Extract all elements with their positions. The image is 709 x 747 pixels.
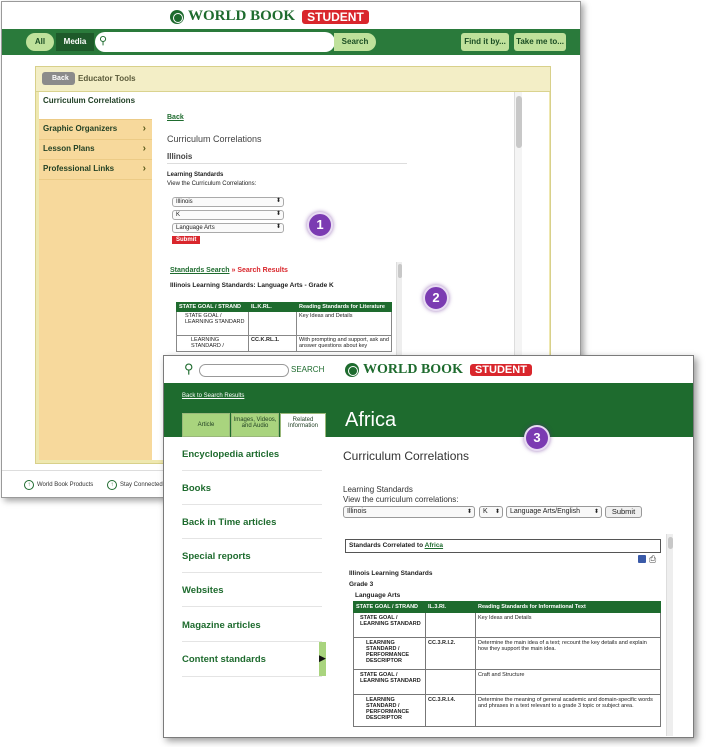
nav-special-reports[interactable]: Special reports	[182, 551, 251, 562]
table-row: LEARNING STANDARD / CC.K.RL.1. With prom…	[176, 335, 392, 352]
results-scrollbar[interactable]	[666, 534, 673, 736]
divider	[182, 606, 322, 607]
search-button[interactable]: Search	[334, 33, 376, 51]
educator-sidebar: Curriculum Correlations Graphic Organize…	[39, 92, 152, 460]
table-header-row: STATE GOAL / STRAND IL.K.RL. Reading Sta…	[176, 302, 392, 312]
standards-title: Illinois Learning Standards	[349, 570, 433, 577]
standards-search-link[interactable]: Standards Search	[170, 267, 230, 274]
results-table: STATE GOAL / STRAND IL.K.RL. Reading Sta…	[176, 302, 392, 352]
caret-right-icon: ▶	[319, 653, 326, 663]
related-info-nav: Encyclopedia articles Books Back in Time…	[164, 437, 327, 737]
panel-header: Back Educator Tools	[36, 67, 550, 92]
scroll-thumb[interactable]	[668, 537, 673, 549]
state-subheading: Illinois	[167, 152, 193, 161]
word-document-icon[interactable]	[638, 555, 646, 563]
subject-select[interactable]: Language Arts/English	[506, 506, 602, 518]
article-window: ⚲ SEARCH WORLD BOOK STUDENT Back to Sear…	[163, 355, 694, 738]
search-icon: ⚲	[184, 361, 194, 376]
nav-magazine-articles[interactable]: Magazine articles	[182, 620, 261, 631]
africa-link[interactable]: Africa	[425, 542, 443, 549]
find-it-by-button[interactable]: Find it by...	[461, 33, 509, 51]
all-button[interactable]: All	[26, 33, 54, 51]
nav-back-in-time-articles[interactable]: Back in Time articles	[182, 517, 276, 528]
back-link[interactable]: Back	[167, 114, 184, 121]
tab-article[interactable]: Article	[182, 413, 230, 437]
view-label: View the Curriculum Correlations:	[167, 181, 257, 187]
nav-content-standards-active[interactable]: Content standards ▶	[164, 642, 326, 676]
sidebar-item-professional-links[interactable]: Professional Links ›	[39, 160, 152, 180]
result-title: Illinois Learning Standards: Language Ar…	[170, 282, 334, 289]
sidebar-item-curriculum-correlations[interactable]: Curriculum Correlations	[39, 92, 152, 120]
arrow-up-icon: ↑	[24, 480, 34, 490]
page-heading: Curriculum Correlations	[167, 134, 262, 144]
nav-content-standards[interactable]: Content standards	[182, 654, 266, 665]
back-button[interactable]: Back	[42, 72, 75, 85]
learning-standards-label: Learning Standards	[167, 172, 224, 178]
sidebar-item-graphic-organizers[interactable]: Graphic Organizers ›	[39, 120, 152, 140]
globe-icon	[345, 363, 359, 377]
correlations-table: STATE GOAL / STRAND IL.3.RI. Reading Sta…	[353, 601, 661, 727]
grade-select[interactable]: K	[479, 506, 503, 518]
tab-related-information[interactable]: Related Information	[280, 413, 326, 437]
nav-websites[interactable]: Websites	[182, 585, 224, 596]
standards-correlated-box: Standards Correlated to Africa	[345, 539, 661, 553]
world-book-products-link[interactable]: ↑ World Book Products	[24, 480, 93, 490]
tab-images-videos-audio[interactable]: Images, Videos, and Audio	[231, 413, 279, 437]
callout-badge-3: 3	[524, 425, 550, 451]
search-icon: ⚲	[99, 35, 108, 47]
globe-icon	[170, 9, 184, 24]
top-navigation-bar: All Media ⚲ Search Find it by... Take me…	[2, 29, 580, 55]
world-book-logo[interactable]: WORLD BOOK STUDENT	[345, 362, 532, 378]
table-row: STATE GOAL / LEARNING STANDARD Craft and…	[353, 669, 661, 695]
world-book-logo[interactable]: WORLD BOOK STUDENT	[170, 8, 369, 25]
scroll-thumb[interactable]	[516, 96, 522, 148]
search-input[interactable]: ⚲	[95, 32, 335, 52]
print-icon[interactable]: ⎙	[649, 554, 656, 565]
article-topic-title: Africa	[345, 409, 397, 431]
chevron-right-icon: ›	[142, 123, 146, 134]
panel-title: Educator Tools	[78, 74, 136, 83]
search-button[interactable]: SEARCH	[291, 365, 324, 374]
nav-encyclopedia-articles[interactable]: Encyclopedia articles	[182, 449, 279, 460]
callout-badge-1: 1	[307, 212, 333, 238]
submit-button[interactable]: Submit	[605, 506, 642, 518]
grade-label: Grade 3	[349, 581, 374, 588]
table-header-row: STATE GOAL / STRAND IL.3.RI. Reading Sta…	[353, 601, 661, 613]
nav-books[interactable]: Books	[182, 483, 211, 494]
chevron-right-icon: ›	[142, 163, 146, 174]
subject-select[interactable]: Language Arts	[172, 223, 284, 233]
divider	[182, 470, 322, 471]
table-row: STATE GOAL / LEARNING STANDARD Key Ideas…	[176, 311, 392, 336]
stay-connected-link[interactable]: ↑ Stay Connected	[107, 480, 163, 490]
page-heading: Curriculum Correlations	[343, 449, 470, 463]
divider	[182, 504, 322, 505]
state-select[interactable]: Illinois	[343, 506, 475, 518]
chevron-right-icon: ›	[142, 143, 146, 154]
learning-standards-label: Learning Standards	[343, 485, 413, 494]
breadcrumb: Standards Search » Search Results	[170, 267, 288, 274]
divider	[167, 163, 407, 164]
sidebar-item-lesson-plans[interactable]: Lesson Plans ›	[39, 140, 152, 160]
take-me-to-button[interactable]: Take me to...	[514, 33, 566, 51]
scroll-thumb[interactable]	[398, 264, 402, 278]
media-button[interactable]: Media	[56, 33, 94, 51]
divider	[182, 676, 322, 677]
subject-label: Language Arts	[355, 592, 401, 599]
back-to-search-results-link[interactable]: Back to Search Results	[182, 393, 244, 399]
submit-button[interactable]: Submit	[172, 236, 201, 244]
grade-select[interactable]: K	[172, 210, 284, 220]
divider	[182, 572, 322, 573]
state-select[interactable]: Illinois	[172, 197, 284, 207]
search-input[interactable]	[199, 364, 289, 377]
table-row: LEARNING STANDARD / PERFORMANCE DESCRIPT…	[353, 694, 661, 727]
arrow-up-icon: ↑	[107, 480, 117, 490]
callout-badge-2: 2	[423, 285, 449, 311]
table-row: STATE GOAL / LEARNING STANDARD Key Ideas…	[353, 612, 661, 638]
divider	[182, 538, 322, 539]
table-row: LEARNING STANDARD / PERFORMANCE DESCRIPT…	[353, 637, 661, 670]
view-label: View the curriculum correlations:	[343, 495, 459, 504]
